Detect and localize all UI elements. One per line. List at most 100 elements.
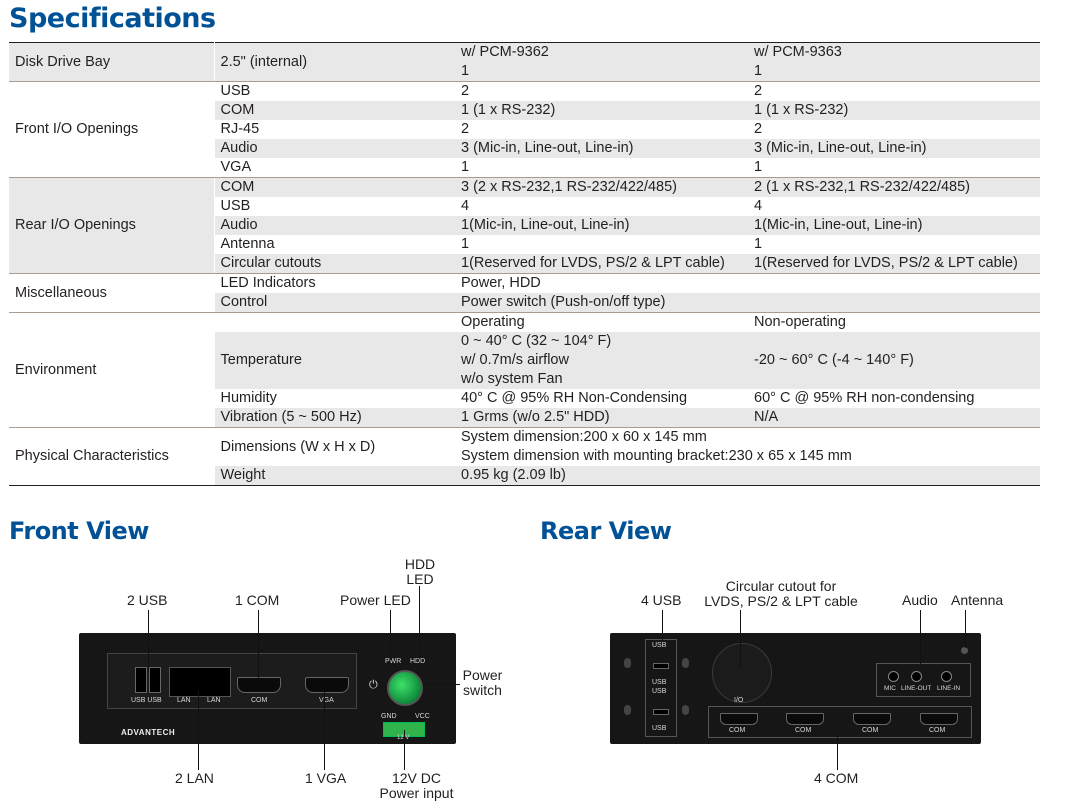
- rear-panel: USB USB USB USB I/O MIC LINE-OUT LINE-IN…: [610, 633, 981, 744]
- leader-line: [198, 690, 199, 770]
- callout-power-led: Power LED: [340, 592, 411, 608]
- rear-view-heading: Rear View: [540, 517, 672, 545]
- row-phys-dimensions: Physical Characteristics Dimensions (W x…: [9, 427, 1040, 486]
- cell-label: Audio: [214, 139, 455, 158]
- leader-line: [390, 610, 391, 660]
- rear-usb-label: USB: [652, 679, 667, 686]
- antenna-hole-icon: [961, 647, 968, 654]
- line-out-label: LINE-OUT: [901, 685, 932, 692]
- cell-weight: 0.95 kg (2.09 lb): [455, 466, 1040, 486]
- rear-com-label: COM: [929, 727, 946, 734]
- cell-b: 1(Mic-in, Line-out, Line-in): [748, 216, 1040, 235]
- leader-line: [920, 610, 921, 664]
- line-out-jack-icon: [911, 671, 922, 682]
- callout-2-lan: 2 LAN: [175, 770, 214, 786]
- callout-antenna: Antenna: [951, 592, 1004, 608]
- front-panel: USB USB LAN LAN COM VGA PWR HDD ⏻ ADVANT…: [79, 633, 456, 744]
- cell-a: 1(Reserved for LVDS, PS/2 & LPT cable): [455, 254, 748, 274]
- cell-b: 2 (1 x RS-232,1 RS-232/422/485): [748, 177, 1040, 197]
- usb-port-icon: [653, 709, 669, 715]
- io-label: I/O: [734, 697, 744, 704]
- cell-disk-bay-pcm9362: w/ PCM-9362 1: [455, 42, 748, 82]
- line-in-label: LINE-IN: [937, 685, 961, 692]
- cell-a: 4: [455, 197, 748, 216]
- rear-com-label: COM: [729, 727, 746, 734]
- callout-2-usb: 2 USB: [127, 592, 168, 608]
- cell-label: Audio: [214, 216, 455, 235]
- leader-line: [404, 730, 405, 770]
- leader-line: [324, 692, 325, 770]
- cell-a: 1 Grms (w/o 2.5" HDD): [455, 408, 748, 428]
- leader-line: [662, 610, 663, 640]
- lan-label-2: LAN: [207, 697, 221, 704]
- power-symbol-icon: ⏻: [369, 678, 378, 691]
- cell-temp-operating: 0 ~ 40° C (32 ~ 104° F) w/ 0.7m/s airflow…: [455, 332, 748, 389]
- cell-operating: Operating: [455, 312, 748, 332]
- category-environment: Environment: [9, 312, 215, 428]
- usb-port-label: USB USB: [131, 697, 162, 704]
- row-env-header: Environment Operating Non-operating: [9, 312, 1040, 428]
- callout-1-com: 1 COM: [235, 592, 280, 608]
- cell-label: COM: [214, 177, 455, 197]
- cell-label: Control: [214, 293, 455, 313]
- cell-label: Circular cutouts: [214, 254, 455, 274]
- cell-b: 2: [748, 81, 1040, 101]
- cell-label: Humidity: [214, 389, 455, 408]
- advantech-logo: ADVANTECH: [121, 728, 176, 737]
- com-port-label: COM: [251, 697, 268, 704]
- cell-b: 2: [748, 120, 1040, 139]
- mic-jack-icon: [888, 671, 899, 682]
- cell-a: 1(Mic-in, Line-out, Line-in): [455, 216, 748, 235]
- category-front-io: Front I/O Openings: [9, 81, 215, 178]
- power-switch-button[interactable]: [387, 670, 423, 706]
- vcc-label: VCC: [415, 713, 430, 720]
- mount-hole-icon: [624, 658, 631, 668]
- circular-cutout-icon: [712, 643, 772, 703]
- cell-label: Dimensions (W x H x D): [214, 427, 455, 466]
- line-in-jack-icon: [941, 671, 952, 682]
- cell-label: Weight: [214, 466, 455, 486]
- callout-12v-dc: 12V DC Power input: [379, 770, 454, 801]
- com-port-icon: [786, 713, 824, 725]
- rear-com-label: COM: [862, 727, 879, 734]
- cell-a: 1: [455, 235, 748, 254]
- cell-a: 2: [455, 120, 748, 139]
- lan-label-1: LAN: [177, 697, 191, 704]
- com-port-icon: [720, 713, 758, 725]
- front-view-heading: Front View: [9, 517, 149, 545]
- row-misc-led: Miscellaneous LED Indicators Power, HDD: [9, 273, 1040, 313]
- callout-hdd-led: HDD LED: [404, 556, 436, 587]
- category-misc: Miscellaneous: [9, 273, 215, 313]
- cell-a: 40° C @ 95% RH Non-Condensing: [455, 389, 748, 408]
- callout-4-usb: 4 USB: [641, 592, 682, 608]
- category-disk-drive-bay: Disk Drive Bay: [9, 42, 215, 82]
- cell-label: RJ-45: [214, 120, 455, 139]
- usb-port-icon: [135, 667, 147, 693]
- cell-b: 4: [748, 197, 1040, 216]
- row-rear-com: Rear I/O Openings COM 3 (2 x RS-232,1 RS…: [9, 177, 1040, 274]
- cell-value: Power switch (Push-on/off type): [455, 293, 1040, 313]
- category-physical: Physical Characteristics: [9, 427, 215, 486]
- cell-a: 3 (2 x RS-232,1 RS-232/422/485): [455, 177, 748, 197]
- usb-port-icon: [653, 663, 669, 669]
- callout-power-switch: Power switch: [462, 667, 503, 698]
- cell-a: 3 (Mic-in, Line-out, Line-in): [455, 139, 748, 158]
- specifications-table: Disk Drive Bay 2.5" (internal) w/ PCM-93…: [9, 42, 1040, 486]
- cell-b: 3 (Mic-in, Line-out, Line-in): [748, 139, 1040, 158]
- cell-label: COM: [214, 101, 455, 120]
- leader-line: [425, 684, 460, 685]
- cell-non-operating: Non-operating: [748, 312, 1040, 332]
- leader-line: [837, 736, 838, 770]
- rear-usb-label: USB: [652, 688, 667, 695]
- cell-a: 2: [455, 81, 748, 101]
- com-port-icon: [237, 677, 281, 693]
- mic-label: MIC: [884, 685, 896, 692]
- com-port-icon: [920, 713, 958, 725]
- pwr-led-label: PWR: [385, 658, 402, 665]
- lan-port-icon: [169, 667, 231, 697]
- rear-usb-label: USB: [652, 642, 667, 649]
- leader-line: [148, 610, 149, 672]
- cell-b: N/A: [748, 408, 1040, 428]
- hdd-led-label: HDD: [410, 658, 426, 665]
- vga-port-label: VGA: [319, 697, 334, 704]
